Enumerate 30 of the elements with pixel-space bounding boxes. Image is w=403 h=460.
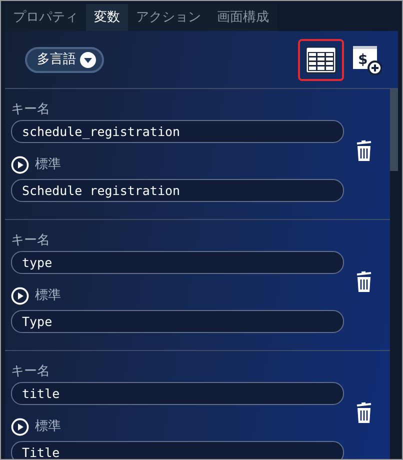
language-label: 標準 xyxy=(35,287,61,305)
field-label: キー名 xyxy=(11,232,51,250)
play-icon[interactable] xyxy=(11,287,29,305)
tab[interactable]: 変数 xyxy=(86,4,128,31)
value-field[interactable]: Type xyxy=(11,310,344,333)
key-field[interactable]: schedule_registration xyxy=(11,120,344,143)
scrollbar[interactable] xyxy=(390,89,398,459)
tab[interactable]: 画面構成 xyxy=(209,4,277,31)
value-field[interactable]: Schedule registration xyxy=(11,179,344,202)
tab[interactable]: アクション xyxy=(128,4,209,31)
language-dropdown[interactable]: 多言語 xyxy=(25,46,104,72)
delete-button[interactable] xyxy=(355,140,373,162)
dollar-sign: $ xyxy=(358,52,368,68)
delete-button[interactable] xyxy=(355,271,373,293)
key-field[interactable]: type xyxy=(11,251,344,274)
caret-icon xyxy=(80,52,96,68)
language-label: 標準 xyxy=(35,418,61,436)
play-icon[interactable] xyxy=(11,418,29,436)
value-field[interactable]: Title xyxy=(11,441,344,459)
play-icon[interactable] xyxy=(11,156,29,174)
key-field[interactable]: title xyxy=(11,382,344,405)
table-button[interactable] xyxy=(298,38,344,80)
tab[interactable]: プロパティ xyxy=(5,4,86,31)
scrollbar-thumb[interactable] xyxy=(390,89,398,171)
language-label: 標準 xyxy=(35,156,61,174)
delete-button[interactable] xyxy=(355,402,373,424)
field-label: キー名 xyxy=(11,101,51,119)
field-label: キー名 xyxy=(11,363,51,381)
add-variable-button[interactable]: $ xyxy=(344,38,390,80)
table-icon xyxy=(305,46,337,74)
